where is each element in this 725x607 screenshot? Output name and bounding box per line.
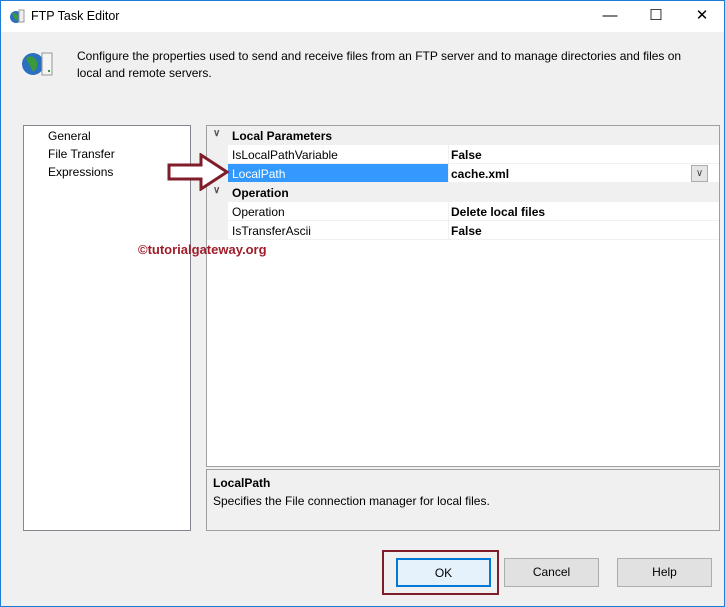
help-panel: LocalPath Specifies the File connection … bbox=[206, 469, 720, 531]
watermark: ©tutorialgateway.org bbox=[138, 242, 267, 257]
cancel-button[interactable]: Cancel bbox=[504, 558, 599, 587]
help-title: LocalPath bbox=[213, 476, 271, 490]
chevron-down-icon[interactable]: ∨ bbox=[213, 128, 220, 139]
annotation-arrow bbox=[167, 153, 230, 191]
property-row[interactable]: Operation Delete local files bbox=[207, 202, 719, 221]
category-local-parameters[interactable]: ∨ Local Parameters bbox=[207, 126, 719, 145]
navigation-list: General File Transfer Expressions bbox=[23, 125, 191, 531]
category-operation[interactable]: ∨ Operation bbox=[207, 183, 719, 202]
help-text: Specifies the File connection manager fo… bbox=[213, 494, 490, 508]
minimize-icon: — bbox=[602, 7, 618, 24]
help-button[interactable]: Help bbox=[617, 558, 712, 587]
maximize-icon: ☐ bbox=[649, 7, 663, 24]
maximize-button[interactable]: ☐ bbox=[633, 1, 679, 31]
property-row[interactable]: IsLocalPathVariable False bbox=[207, 145, 719, 164]
close-button[interactable]: ✕ bbox=[679, 1, 725, 31]
ftp-globe-server-icon bbox=[22, 52, 53, 76]
nav-item-file-transfer[interactable]: File Transfer bbox=[48, 147, 115, 161]
chevron-down-icon: ∨ bbox=[695, 168, 704, 179]
minimize-button[interactable]: — bbox=[587, 1, 633, 31]
property-row-selected[interactable]: LocalPath cache.xml ∨ bbox=[207, 164, 719, 183]
window-title: FTP Task Editor bbox=[31, 9, 120, 23]
dropdown-button[interactable]: ∨ bbox=[691, 165, 708, 182]
nav-item-expressions[interactable]: Expressions bbox=[48, 165, 113, 179]
property-row[interactable]: IsTransferAscii False bbox=[207, 221, 719, 240]
ftp-task-icon bbox=[10, 9, 25, 23]
title-bar: FTP Task Editor — ☐ ✕ bbox=[1, 1, 724, 32]
ok-button[interactable]: OK bbox=[396, 558, 491, 587]
close-icon: ✕ bbox=[695, 7, 709, 24]
nav-item-general[interactable]: General bbox=[48, 129, 91, 143]
property-grid: ∨ Local Parameters IsLocalPathVariable Fal… bbox=[206, 125, 720, 467]
description-text: Configure the properties used to send an… bbox=[77, 49, 682, 80]
